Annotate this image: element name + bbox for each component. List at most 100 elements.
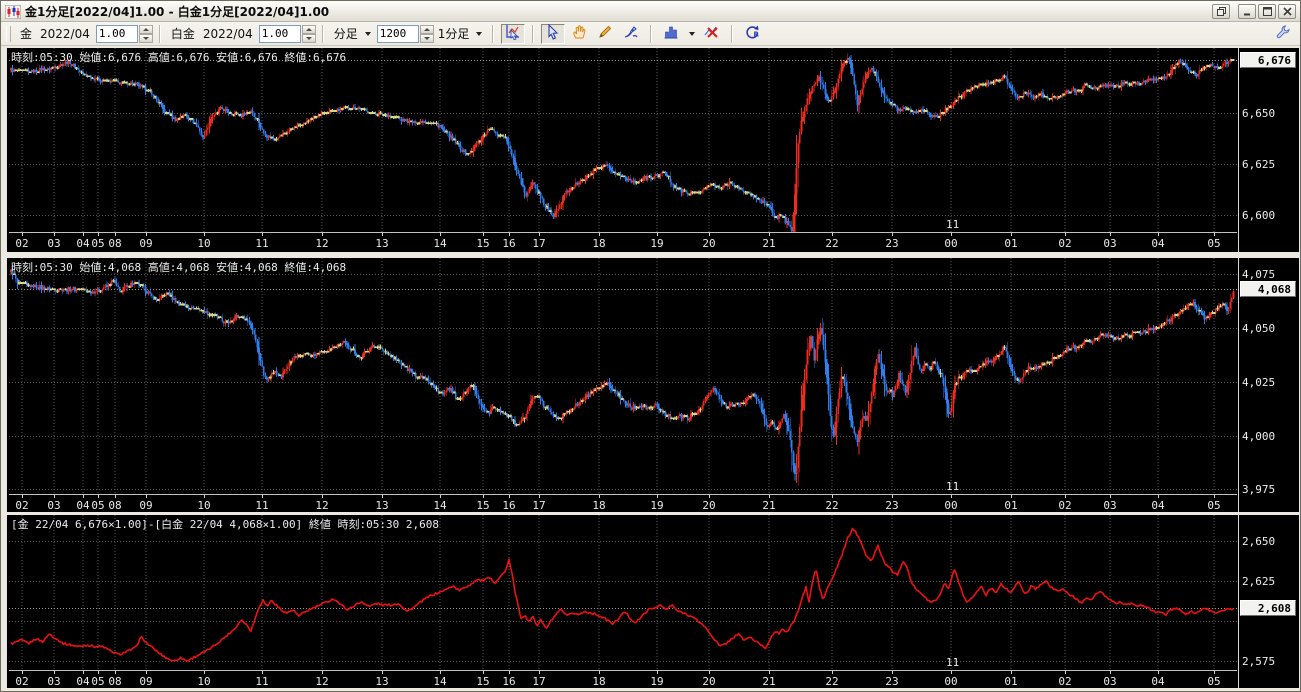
time-axis-label: 19 xyxy=(650,675,663,688)
time-axis-label: 13 xyxy=(375,499,388,512)
app-candlestick-icon xyxy=(5,4,21,18)
price-axis-label: 4,050 xyxy=(1242,322,1275,335)
time-axis-label: 02 xyxy=(15,237,28,250)
time-axis-label: 22 xyxy=(825,499,838,512)
time-axis-label: 21 xyxy=(762,675,775,688)
platinum-price-axis: 4,068 4,0754,0504,0254,0003,975 xyxy=(1238,258,1299,512)
platinum-month-label[interactable]: 2022/04 xyxy=(203,27,253,41)
time-axis-label: 03 xyxy=(1103,237,1116,250)
time-axis-label: 08 xyxy=(108,499,121,512)
time-axis-tick xyxy=(440,671,441,674)
time-axis-tick xyxy=(83,233,84,236)
time-axis-label: 20 xyxy=(702,499,715,512)
restore-window-button[interactable] xyxy=(1212,4,1230,19)
price-axis-label: 2,650 xyxy=(1242,535,1275,548)
time-axis-tick xyxy=(1011,233,1012,236)
chart-type-button[interactable] xyxy=(659,24,683,44)
time-axis-tick xyxy=(709,671,710,674)
gold-month-label[interactable]: 2022/04 xyxy=(40,27,90,41)
time-axis-label: 12 xyxy=(315,675,328,688)
time-axis-label: 05 xyxy=(91,499,104,512)
time-axis-label: 02 xyxy=(15,499,28,512)
time-axis-tick xyxy=(54,233,55,236)
time-axis-label: 17 xyxy=(532,237,545,250)
time-axis-tick xyxy=(1158,495,1159,498)
fountain-pen-button[interactable] xyxy=(619,24,643,44)
time-axis-tick xyxy=(951,671,952,674)
time-axis-tick xyxy=(951,233,952,236)
time-axis-tick xyxy=(440,495,441,498)
time-axis-tick xyxy=(1011,671,1012,674)
platinum-time-axis: 0203040508091011121314151617181920212223… xyxy=(9,494,1237,512)
time-axis-tick xyxy=(146,671,147,674)
chart-type-dropdown-button[interactable] xyxy=(685,24,698,44)
time-axis-label: 11 xyxy=(255,675,268,688)
platinum-plot-area[interactable] xyxy=(9,258,1237,494)
time-axis-tick xyxy=(709,495,710,498)
refresh-button[interactable]: R xyxy=(740,24,764,44)
time-axis-label: 22 xyxy=(825,237,838,250)
time-axis-label: 01 xyxy=(1004,499,1017,512)
time-axis-tick xyxy=(509,495,510,498)
interval-dropdown[interactable]: 1分足 xyxy=(438,25,470,42)
maximize-button[interactable] xyxy=(1258,4,1276,19)
time-axis-label: 15 xyxy=(476,499,489,512)
time-axis-tick xyxy=(509,671,510,674)
time-axis-tick xyxy=(1158,233,1159,236)
time-axis-tick xyxy=(146,233,147,236)
delete-drawings-button[interactable] xyxy=(700,24,724,44)
time-axis-label: 03 xyxy=(47,675,60,688)
time-axis-tick xyxy=(98,495,99,498)
time-axis-label: 08 xyxy=(108,675,121,688)
time-axis-tick xyxy=(509,233,510,236)
time-axis-tick xyxy=(483,671,484,674)
time-axis-label: 17 xyxy=(532,675,545,688)
bar-count-input[interactable] xyxy=(377,25,419,43)
spread-plot-area[interactable] xyxy=(9,515,1237,670)
time-axis-label: 20 xyxy=(702,237,715,250)
time-axis-label: 13 xyxy=(375,237,388,250)
price-axis-label: 2,625 xyxy=(1242,575,1275,588)
toolbar: 金 2022/04 白金 2022/04 分足 1分足 xyxy=(1,22,1300,46)
gold-price-axis: 6,676 6,6506,6256,600 xyxy=(1238,48,1299,252)
close-button[interactable] xyxy=(1278,4,1296,19)
gold-multiplier-stepper[interactable] xyxy=(139,25,153,43)
time-axis-label: 16 xyxy=(502,675,515,688)
time-axis-tick xyxy=(1011,495,1012,498)
platinum-multiplier-stepper[interactable] xyxy=(302,25,316,43)
time-axis-label: 19 xyxy=(650,237,663,250)
time-axis-tick xyxy=(98,671,99,674)
toolbar-separator xyxy=(492,25,494,43)
platinum-multiplier-input[interactable] xyxy=(259,25,301,43)
price-axis-label: 2,575 xyxy=(1242,655,1275,668)
bar-type-dropdown[interactable]: 分足 xyxy=(334,25,358,42)
time-axis-label: 14 xyxy=(433,499,446,512)
time-axis-tick xyxy=(146,495,147,498)
time-axis-tick xyxy=(54,671,55,674)
time-axis-label: 04 xyxy=(76,237,89,250)
toolbar-grip[interactable] xyxy=(6,26,11,42)
time-axis-tick xyxy=(657,495,658,498)
minimize-button[interactable] xyxy=(1238,4,1256,19)
price-axis-label: 6,650 xyxy=(1242,107,1275,120)
time-axis-label: 05 xyxy=(1207,675,1220,688)
time-axis-label: 04 xyxy=(76,499,89,512)
pan-hand-button[interactable] xyxy=(567,24,591,44)
bar-count-stepper[interactable] xyxy=(420,25,434,43)
time-axis-tick xyxy=(22,671,23,674)
time-axis-label: 04 xyxy=(1151,237,1164,250)
time-axis-label: 10 xyxy=(197,237,210,250)
time-axis-label: 16 xyxy=(502,499,515,512)
gold-plot-area[interactable] xyxy=(9,48,1237,232)
title-bar[interactable]: 金1分足[2022/04]1.00 - 白金1分足[2022/04]1.00 xyxy=(1,1,1300,22)
settings-button[interactable] xyxy=(1271,24,1295,44)
time-axis-label: 03 xyxy=(1103,675,1116,688)
time-axis-label: 04 xyxy=(76,675,89,688)
price-axis-label: 6,625 xyxy=(1242,158,1275,171)
pencil-button[interactable] xyxy=(593,24,617,44)
gold-multiplier-input[interactable] xyxy=(96,25,138,43)
bar-chart-icon xyxy=(663,24,679,43)
select-arrow-button[interactable] xyxy=(541,24,565,44)
time-axis-label: 09 xyxy=(139,675,152,688)
chart-cursor-button[interactable] xyxy=(501,24,525,44)
